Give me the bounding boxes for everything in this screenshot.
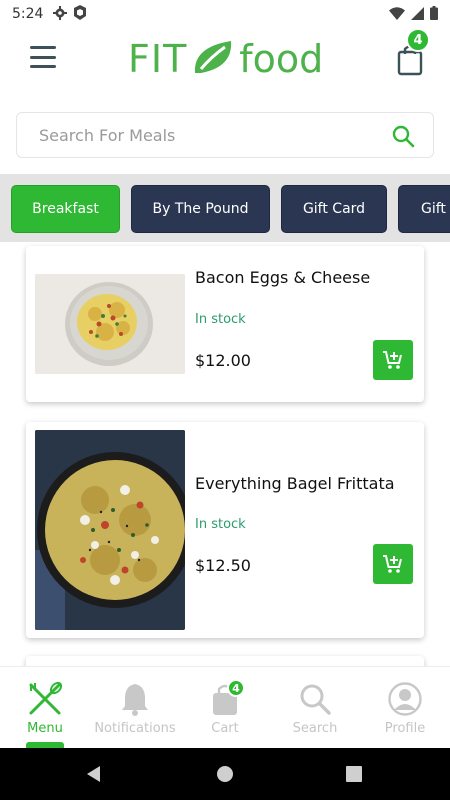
- status-icons-right: [389, 5, 438, 24]
- product-card[interactable]: Everything Bagel Frittata In stock $12.5…: [26, 422, 424, 638]
- product-list: Bacon Eggs & Cheese In stock $12.00 Ever…: [0, 242, 450, 666]
- stock-status: In stock: [195, 312, 246, 327]
- nav-item-notifications[interactable]: Notifications: [90, 667, 180, 748]
- wifi-icon: [389, 5, 405, 24]
- cart-count-badge: 4: [406, 28, 430, 52]
- home-icon[interactable]: [217, 766, 233, 786]
- gear-icon: [53, 5, 68, 24]
- add-cart-icon: [383, 555, 402, 573]
- status-icons-left: [53, 4, 87, 24]
- app-header: FIT food 4: [0, 28, 450, 100]
- fork-knife-icon: [27, 681, 63, 717]
- status-bar: 5:24: [0, 0, 450, 28]
- profile-icon: [387, 681, 423, 717]
- bottom-navigation: Menu Notifications 4 Cart Search Profile: [0, 666, 450, 748]
- back-icon[interactable]: [86, 766, 102, 786]
- nav-label: Cart: [211, 721, 239, 736]
- category-tab-by-the-pound[interactable]: By The Pound: [131, 185, 270, 233]
- product-card[interactable]: [26, 656, 424, 666]
- cellular-icon: [411, 5, 424, 24]
- nav-item-search[interactable]: Search: [270, 667, 360, 748]
- nav-item-menu[interactable]: Menu: [0, 667, 90, 748]
- cart-nav-badge: 4: [227, 679, 245, 697]
- search-icon[interactable]: [391, 124, 415, 148]
- hamburger-line: [30, 65, 56, 68]
- bell-icon: [117, 681, 153, 717]
- product-name: Bacon Eggs & Cheese: [195, 268, 371, 287]
- battery-icon: [430, 5, 438, 24]
- fitfood-logo: FIT food: [128, 34, 323, 84]
- product-card[interactable]: Bacon Eggs & Cheese In stock $12.00: [26, 246, 424, 402]
- logo-text-fit: FIT: [128, 37, 188, 81]
- nav-label: Profile: [384, 721, 426, 736]
- search-bar: [16, 112, 434, 158]
- nav-item-profile[interactable]: Profile: [360, 667, 450, 748]
- product-name: Everything Bagel Frittata: [195, 474, 395, 493]
- product-price: $12.50: [195, 556, 251, 575]
- add-cart-icon: [383, 351, 402, 369]
- nav-label: Search: [292, 721, 338, 736]
- shield-icon: [73, 4, 87, 24]
- category-tab-gift-card[interactable]: Gift Card: [281, 185, 387, 233]
- hamburger-menu-button[interactable]: [30, 46, 56, 68]
- add-to-cart-button[interactable]: [373, 544, 413, 584]
- category-tabs: Breakfast By The Pound Gift Card Gift: [0, 174, 450, 242]
- stock-status: In stock: [195, 517, 246, 532]
- nav-item-cart[interactable]: 4 Cart: [180, 667, 270, 748]
- product-image: [35, 430, 185, 630]
- recents-icon[interactable]: [346, 766, 362, 786]
- bag-icon: 4: [207, 679, 245, 717]
- search-icon: [297, 681, 333, 717]
- add-to-cart-button[interactable]: [373, 340, 413, 380]
- status-time: 5:24: [12, 6, 44, 22]
- system-navigation-bar: [0, 748, 450, 800]
- nav-label: Notifications: [94, 721, 176, 736]
- nav-label: Menu: [27, 721, 63, 736]
- hamburger-line: [30, 46, 56, 49]
- product-image: [35, 274, 185, 374]
- leaf-icon: [191, 37, 235, 81]
- product-price: $12.00: [195, 351, 251, 370]
- search-input[interactable]: [39, 125, 359, 145]
- logo-text-food: food: [239, 37, 324, 81]
- category-tab-breakfast[interactable]: Breakfast: [11, 185, 120, 233]
- category-tab-gift[interactable]: Gift: [398, 185, 450, 233]
- hamburger-line: [30, 55, 56, 59]
